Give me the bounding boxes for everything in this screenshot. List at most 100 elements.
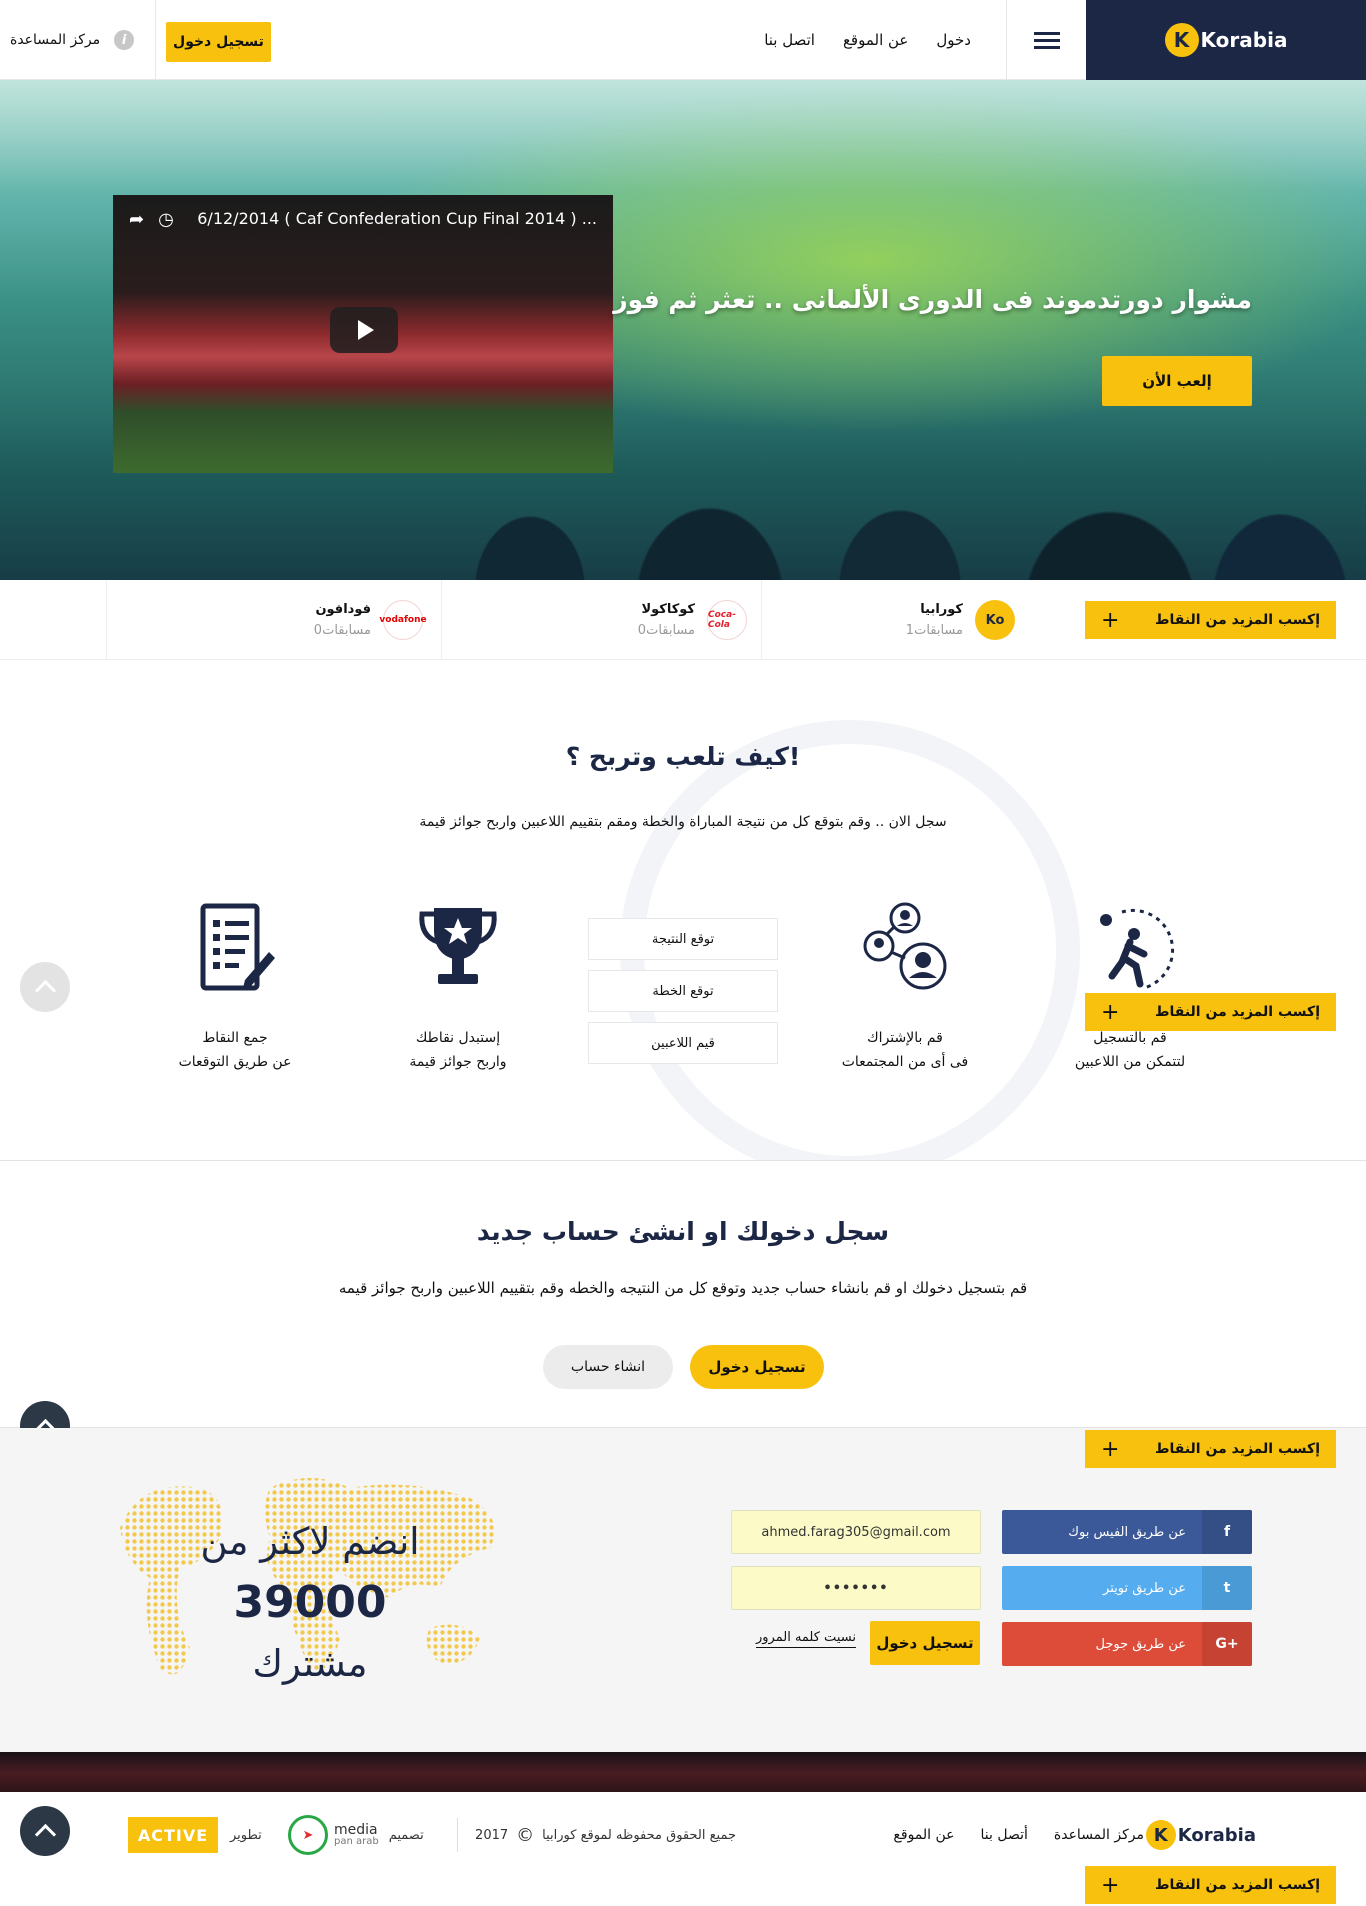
design-credit: تصميم ➤ media pan arab — [288, 1812, 424, 1858]
predict-result-button[interactable]: توقع النتيجة — [588, 918, 778, 960]
footer-divider — [457, 1818, 458, 1852]
hero-banner: 6/12/2014 ( Caf Confederation Cup Final … — [0, 80, 1366, 580]
community-icon — [863, 902, 947, 990]
earn-points-label: إكسب المزيد من النقاط — [1154, 1441, 1320, 1457]
step-line1: قم بالإشتراك — [867, 1030, 943, 1046]
info-icon: i — [114, 30, 135, 50]
sponsor-divider — [106, 580, 107, 660]
footer-links: مركز المساعدة أتصل بنا عن الموقع — [893, 1820, 1144, 1850]
step-line2: فى أى من المجتمعات — [841, 1054, 969, 1070]
sponsor-korabia[interactable]: Ko كورابيا 1مسابقات — [906, 580, 1015, 660]
plus-icon: + — [1101, 1872, 1120, 1898]
google-login-label: عن طريق جوجل — [1095, 1636, 1186, 1652]
earn-points-tab[interactable]: إكسب المزيد من النقاط + — [1085, 993, 1336, 1031]
copyright-text: جميع الحقوق محفوظه لموقع كورابيا — [542, 1827, 736, 1843]
facebook-icon: f — [1202, 1510, 1252, 1554]
step-redeem: إستبدل نقاطك واربح جوائز قيمة — [378, 898, 538, 1070]
email-field[interactable] — [731, 1510, 981, 1554]
facebook-login-button[interactable]: عن طريق الفيس بوك f — [1002, 1510, 1252, 1554]
how-to-play-section: كيف تلعب وتربح ؟! سجل الان .. وقم بتوقع … — [0, 660, 1366, 1162]
twitter-login-label: عن طريق تويتر — [1103, 1580, 1186, 1596]
site-header: K Korabia دخول عن الموقع اتصل بنا تسجيل … — [0, 0, 1366, 80]
earn-points-label: إكسب المزيد من النقاط — [1154, 1004, 1320, 1020]
step-line2: عن طريق التوقعات — [178, 1054, 292, 1070]
sponsor-name: فودافون — [315, 602, 371, 617]
twitter-icon: t — [1202, 1566, 1252, 1610]
footer-logo-text: Korabia — [1177, 1824, 1256, 1846]
copyright-icon: © — [516, 1824, 535, 1846]
login-section: سجل دخولك او انشئ حساب جديد قم بتسجيل دخ… — [0, 1160, 1366, 1451]
password-field[interactable] — [731, 1566, 981, 1610]
join-headline-top: انضم لاكثر من — [200, 1520, 420, 1563]
hamburger-menu-button[interactable] — [1006, 0, 1086, 80]
help-center-link[interactable]: i مركز المساعدة — [10, 0, 135, 80]
design-label: تصميم — [388, 1827, 424, 1843]
earn-points-label: إكسب المزيد من النقاط — [1154, 612, 1320, 628]
media-pan-arab-logo[interactable]: ➤ media pan arab — [288, 1815, 379, 1855]
step-line1: إستبدل نقاطك — [415, 1030, 501, 1046]
step-line1: قم بالتسجيل — [1093, 1030, 1167, 1046]
sponsor-count: 0مسابقات — [313, 623, 371, 638]
footer-link-about[interactable]: عن الموقع — [893, 1827, 954, 1843]
sponsor-divider — [441, 580, 442, 660]
logo-ball-icon: K — [1164, 23, 1199, 57]
hamburger-icon — [1033, 28, 1060, 53]
create-account-button[interactable]: انشاء حساب — [543, 1345, 673, 1389]
hero-headline: مشوار دورتدموند فى الدورى الألمانى .. تع… — [613, 285, 1252, 314]
earn-points-tab[interactable]: إكسب المزيد من النقاط + — [1085, 601, 1336, 639]
stadium-stands — [0, 80, 1366, 190]
cocacola-logo-icon: Coca-Cola — [707, 600, 747, 640]
media-logo-text: media — [334, 1822, 378, 1838]
footer-stadium-strip — [0, 1752, 1366, 1792]
predict-formation-button[interactable]: توقع الخطة — [588, 970, 778, 1012]
nav-about[interactable]: عن الموقع — [843, 31, 908, 49]
twitter-login-button[interactable]: عن طريق تويتر t — [1002, 1566, 1252, 1610]
step-line2: واربح جوائز قيمة — [409, 1054, 507, 1070]
footer-link-contact[interactable]: أتصل بنا — [981, 1827, 1028, 1843]
forgot-password-link[interactable]: نسيت كلمه المرور — [756, 1630, 856, 1648]
footer-link-help[interactable]: مركز المساعدة — [1054, 1827, 1144, 1843]
development-credit: تطوير ACTIVE — [128, 1817, 262, 1853]
active-logo[interactable]: ACTIVE — [128, 1817, 218, 1853]
earn-points-tab[interactable]: إكسب المزيد من النقاط + — [1085, 1866, 1336, 1904]
player-kick-icon — [1100, 908, 1175, 990]
compass-icon: ➤ — [288, 1815, 328, 1855]
nav-contact[interactable]: اتصل بنا — [764, 31, 815, 49]
trophy-icon — [419, 908, 497, 984]
footer-logo[interactable]: K Korabia — [1145, 1820, 1256, 1850]
scroll-to-top-button[interactable] — [20, 962, 70, 1012]
sponsor-cocacola[interactable]: Coca-Cola كوكاكولا 0مسابقات — [638, 580, 747, 660]
nav-login[interactable]: دخول — [936, 31, 971, 49]
sponsor-name: كوكاكولا — [641, 602, 695, 617]
join-headline: انضم لاكثر من 39000 مشترك — [150, 1520, 470, 1685]
media-logo-subtext: pan arab — [334, 1836, 379, 1847]
play-button[interactable] — [330, 307, 398, 353]
dev-label: تطوير — [230, 1827, 262, 1843]
copyright-year: 2017 — [475, 1827, 509, 1843]
header-logo[interactable]: K Korabia — [1086, 0, 1366, 80]
sponsor-vodafone[interactable]: vodafone فودافون 0مسابقات — [313, 580, 427, 660]
header-login-button[interactable]: تسجيل دخول — [166, 22, 271, 62]
section-login-button[interactable]: تسجيل دخول — [690, 1345, 824, 1389]
step-collect: جمع النقاط عن طريق التوقعات — [155, 898, 315, 1070]
plus-icon: + — [1101, 607, 1120, 633]
sponsor-count: 1مسابقات — [905, 623, 963, 638]
video-player[interactable]: 6/12/2014 ( Caf Confederation Cup Final … — [113, 195, 613, 473]
scroll-to-top-button[interactable] — [20, 1806, 70, 1856]
sponsors-bar: إكسب المزيد من النقاط + Ko كورابيا 1مساب… — [0, 580, 1366, 660]
help-center-label: مركز المساعدة — [10, 32, 101, 48]
header-divider — [155, 0, 156, 80]
clock-icon[interactable]: ◷ — [158, 209, 174, 230]
subscriber-count: 39000 — [233, 1577, 387, 1628]
site-footer: K Korabia مركز المساعدة أتصل بنا عن المو… — [0, 1792, 1366, 1906]
plus-icon: + — [1101, 1436, 1120, 1462]
earn-points-tab[interactable]: إكسب المزيد من النقاط + — [1085, 1430, 1336, 1468]
join-login-button[interactable]: تسجيل دخول — [870, 1621, 980, 1665]
main-nav: دخول عن الموقع اتصل بنا — [764, 0, 971, 80]
play-now-button[interactable]: إلعب الأن — [1102, 356, 1252, 406]
share-icon[interactable]: ➦ — [129, 209, 144, 230]
plus-icon: + — [1101, 999, 1120, 1025]
rate-players-button[interactable]: قيم اللاعبين — [588, 1022, 778, 1064]
sponsor-name: كورابيا — [920, 602, 963, 617]
google-login-button[interactable]: عن طريق جوجل G+ — [1002, 1622, 1252, 1666]
